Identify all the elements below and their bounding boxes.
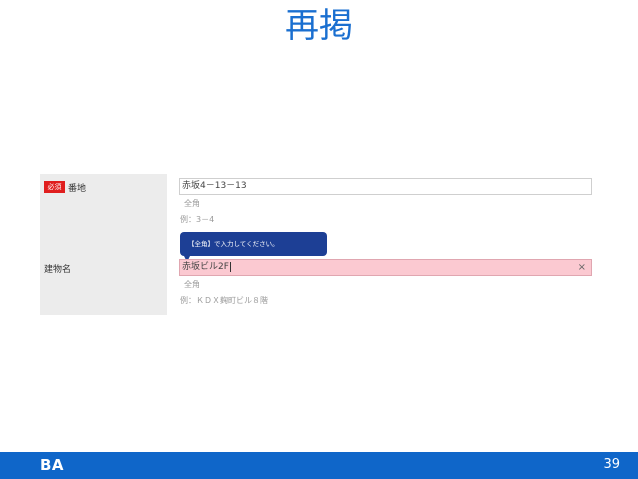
building-name-label: 建物名 [44, 265, 72, 275]
required-badge: 必須 [44, 181, 65, 193]
text-caret [229, 261, 231, 272]
address-label: 番地 [68, 184, 87, 194]
building-name-input-value: 赤坂ビル2F [182, 262, 229, 272]
footer-bar: BA 39 [0, 452, 638, 479]
address-hint-type: 全角 [184, 199, 200, 208]
slide-title: 再掲 [285, 6, 353, 46]
address-input[interactable]: 赤坂4－13－13 [179, 178, 592, 195]
address-form: 必須 番地 建物名 赤坂4－13－13 全角 例：3－4 【全角】で入力してくだ… [40, 174, 600, 315]
validation-tooltip: 【全角】で入力してください。 [180, 232, 327, 262]
clear-icon[interactable]: × [578, 260, 586, 275]
page-number: 39 [603, 457, 620, 472]
address-hint-example: 例：3－4 [180, 215, 215, 224]
label-column: 必須 番地 建物名 [40, 174, 167, 315]
tooltip-text: 【全角】で入力してください。 [188, 240, 279, 248]
building-hint-example: 例：ＫＤＸ麹町ビル８階 [180, 296, 268, 305]
building-name-input[interactable]: 赤坂ビル2F × [179, 259, 592, 276]
footer-logo: BA [40, 456, 65, 474]
building-hint-type: 全角 [184, 280, 200, 289]
address-input-value: 赤坂4－13－13 [182, 181, 247, 191]
